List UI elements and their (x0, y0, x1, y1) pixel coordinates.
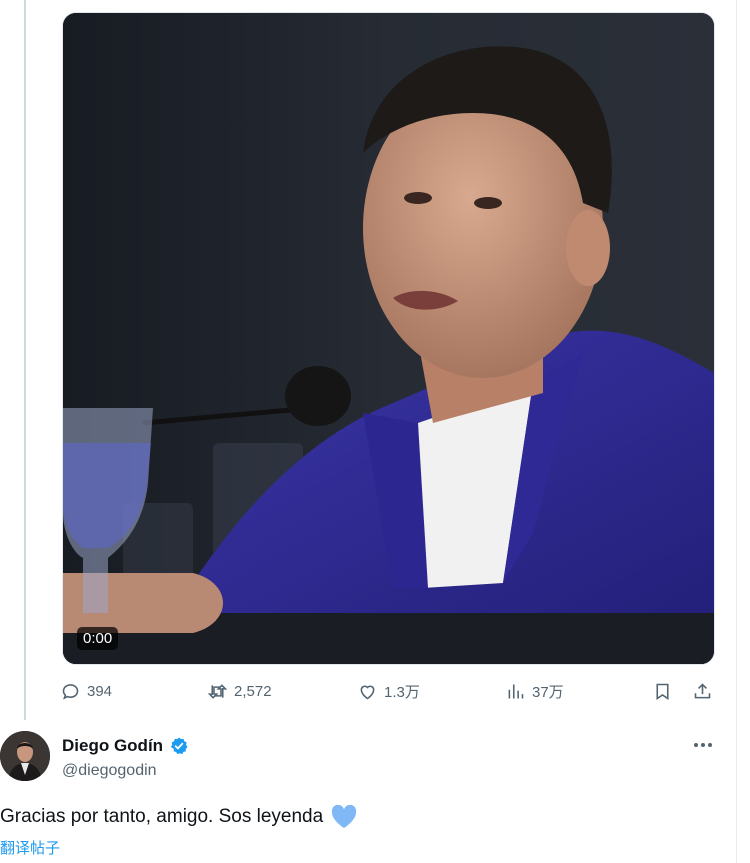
author-name-row: Diego Godín (62, 736, 189, 756)
blue-heart-emoji (332, 805, 357, 828)
tweet-body: Gracias por tanto, amigo. Sos leyenda (0, 806, 324, 827)
repost-button[interactable]: 2,572 (207, 681, 272, 702)
repost-icon (207, 684, 228, 699)
reply-icon (62, 684, 79, 700)
views-button[interactable]: 37万 (505, 681, 564, 702)
handle[interactable]: @diegogodin (62, 762, 157, 780)
like-icon (360, 685, 375, 700)
bookmark-icon (656, 683, 669, 700)
more-icon-dot (701, 743, 705, 747)
share-icon (694, 683, 711, 699)
display-name[interactable]: Diego Godín (62, 736, 163, 756)
like-count: 1.3万 (384, 684, 420, 701)
video-player[interactable]: 0:00 (62, 12, 715, 665)
more-icon-dot (694, 743, 698, 747)
reply-button[interactable]: 394 (60, 681, 112, 702)
like-button[interactable]: 1.3万 (357, 681, 420, 702)
tweet-text: Gracias por tanto, amigo. Sos leyenda (0, 805, 357, 829)
tweet-action-bar: 394 2,572 1.3万 37万 (60, 676, 720, 710)
bookmark-button[interactable] (652, 681, 673, 702)
video-frame (63, 13, 714, 664)
avatar-image (0, 731, 50, 781)
translate-post-link[interactable]: 翻译帖子 (0, 837, 60, 858)
verified-badge-icon (170, 737, 188, 755)
more-icon-dot (708, 743, 712, 747)
video-timestamp: 0:00 (77, 627, 119, 650)
avatar[interactable] (0, 731, 50, 781)
column-divider (736, 0, 737, 863)
views-icon (508, 684, 524, 699)
repost-count: 2,572 (234, 683, 272, 700)
share-button[interactable] (692, 681, 713, 702)
thread-connector-line (24, 0, 26, 720)
more-options-button[interactable] (690, 735, 716, 755)
view-count: 37万 (532, 684, 564, 701)
reply-count: 394 (87, 683, 113, 700)
